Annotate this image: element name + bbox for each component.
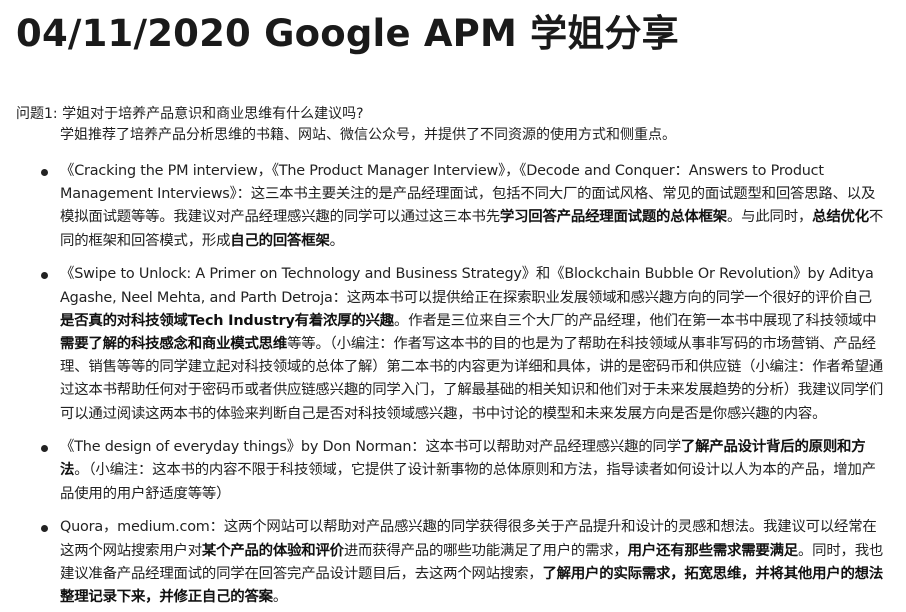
bullet-icon <box>41 445 48 453</box>
emphasis-text: 需要了解的科技感念和商业模式思维 <box>60 335 288 352</box>
item-text: 《The design of everyday things》by Don No… <box>60 439 681 456</box>
item-text: 进而获得产品的哪些功能满足了用户的需求， <box>343 542 628 559</box>
item-text: 。作者是三位来自三个大厂的产品经理，他们在第一本书中展现了科技领域中 <box>393 312 877 329</box>
recommendation-list: 《Cracking the PM interview，《The Product … <box>0 160 906 612</box>
page-title: 04/11/2020 Google APM 学姐分享 <box>16 12 679 55</box>
list-item: Quora，medium.com：这两个网站可以帮助对产品感兴趣的同学获得很多关… <box>0 516 884 609</box>
item-text: 。 <box>272 588 288 605</box>
bullet-icon <box>41 525 48 533</box>
emphasis-text: 学习回答产品经理面试题的总体框架 <box>499 209 727 226</box>
bullet-icon <box>41 272 48 280</box>
item-text: 。 <box>329 232 344 249</box>
emphasis-text: 总结优化 <box>812 209 869 226</box>
list-item: 《Swipe to Unlock: A Primer on Technology… <box>0 263 884 425</box>
emphasis-text: 某个产品的体验和评价 <box>201 542 344 559</box>
list-item: 《Cracking the PM interview，《The Product … <box>0 160 884 253</box>
item-text: 《Swipe to Unlock: A Primer on Technology… <box>60 266 874 306</box>
bullet-icon <box>41 169 48 176</box>
question-text: 问题1: 学姐对于培养产品意识和商业思维有什么建议吗? <box>16 106 364 122</box>
answer-summary: 学姐推荐了培养产品分析思维的书籍、网站、微信公众号，并提供了不同资源的使用方式和… <box>60 127 676 143</box>
emphasis-text: 用户还有那些需求需要满足 <box>627 542 798 559</box>
list-item: 《The design of everyday things》by Don No… <box>0 436 884 506</box>
item-text: 。（小编注：这本书的内容不限于科技领域，它提供了设计新事物的总体原则和方法，指导… <box>60 462 876 502</box>
item-text: 。与此同时， <box>726 209 813 226</box>
emphasis-text: 自己的回答框架 <box>230 232 330 249</box>
emphasis-text: 是否真的对科技领域Tech Industry有着浓厚的兴趣 <box>60 312 394 329</box>
